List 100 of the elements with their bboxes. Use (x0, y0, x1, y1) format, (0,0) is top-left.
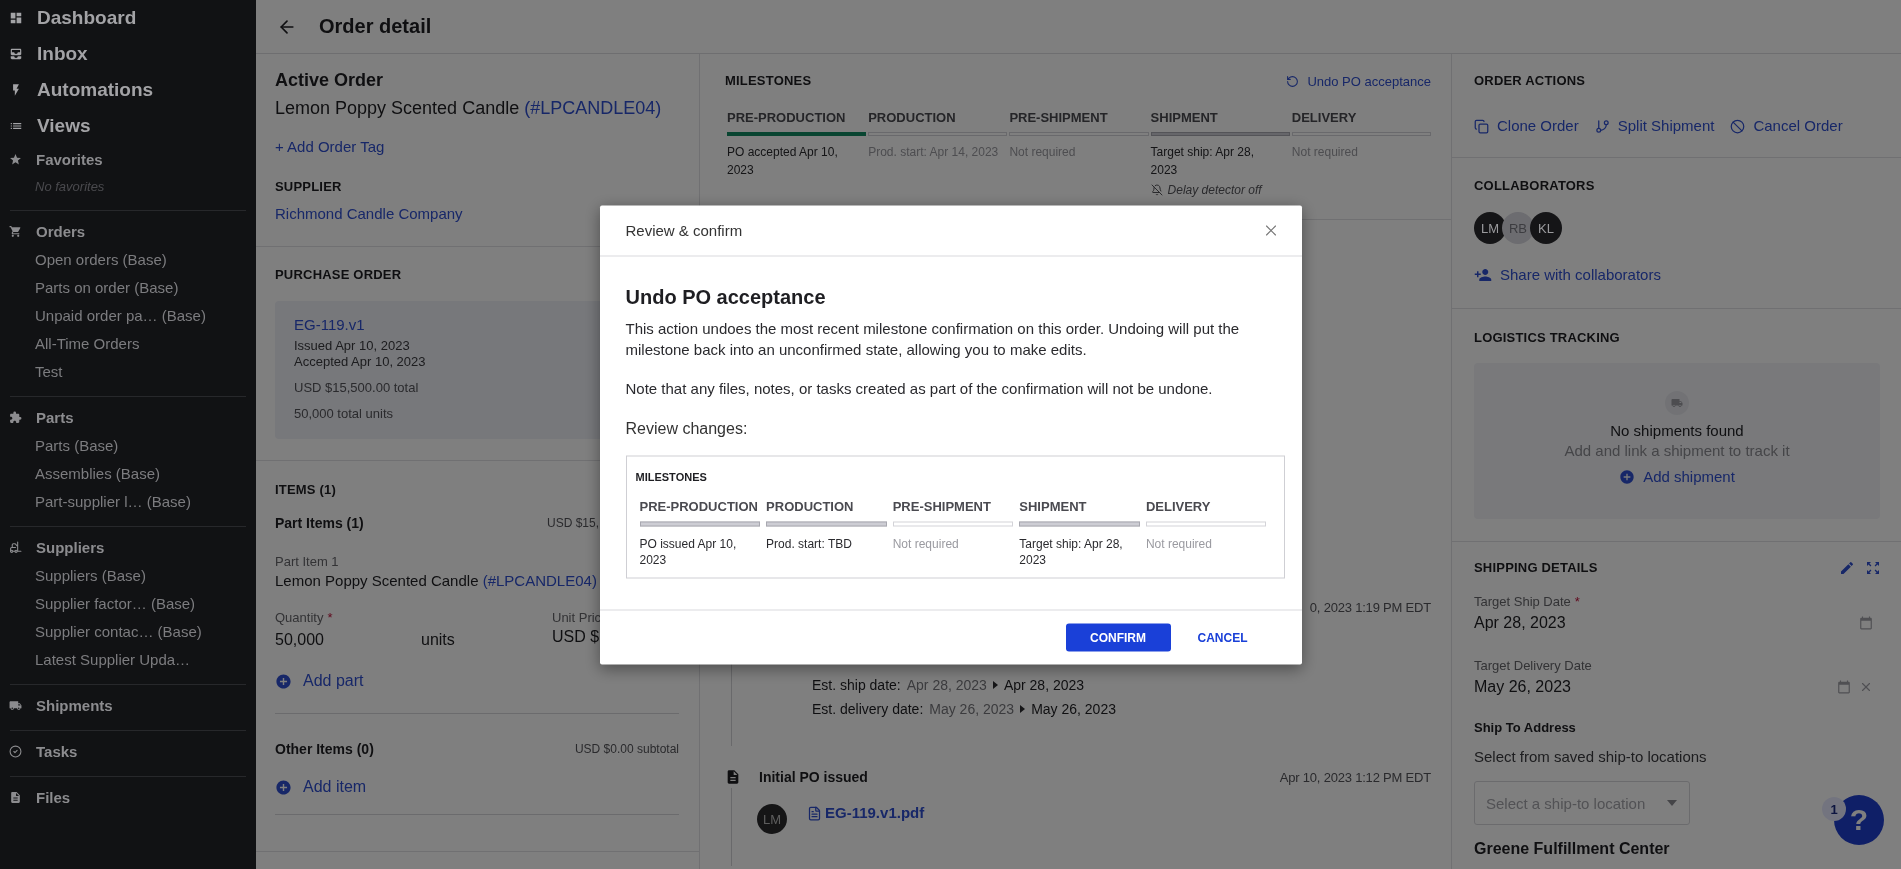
product-code-link[interactable]: (#LPCANDLE04) (524, 98, 662, 118)
dashboard-icon (9, 11, 23, 25)
stage-label: PRE-SHIPMENT (1009, 109, 1109, 127)
new-value: Apr 28, 2023 (1003, 676, 1085, 695)
add-tag-link[interactable]: + Add Order Tag (275, 137, 385, 157)
section-title: ITEMS (1) (275, 481, 337, 499)
nav-item[interactable]: Part-supplier l… (Base) (0, 488, 191, 516)
field-label: Target Ship Date * (1474, 594, 1580, 610)
order-action-link[interactable]: Clone Order (1474, 116, 1579, 136)
edit-icon[interactable] (1839, 560, 1855, 576)
date-value: Apr 28, 2023 (1474, 613, 1566, 633)
nav-group-title[interactable]: Favorites (0, 144, 103, 174)
add-person-icon (1474, 266, 1492, 284)
add-shipment-link[interactable]: Add shipment (1619, 467, 1735, 487)
confirm-button[interactable]: CONFIRM (1065, 623, 1171, 651)
old-value: May 26, 2023 (929, 700, 1015, 719)
nav-item[interactable]: Views (0, 108, 91, 144)
timeline-title: Initial PO issued (759, 769, 869, 785)
unit-text: units (421, 630, 456, 650)
check-circle-icon (9, 744, 22, 758)
bell-off-icon (1150, 184, 1163, 196)
nav-item[interactable]: Unpaid order pa… (Base) (0, 302, 206, 330)
unit-price-label: Unit Pric (552, 610, 602, 626)
section-title: COLLABORATORS (1474, 177, 1595, 195)
nav-group-title[interactable]: Files (0, 782, 71, 812)
nav-item[interactable]: Dashboard (0, 0, 137, 36)
document-icon (9, 790, 22, 804)
nav-item[interactable]: Parts (Base) (0, 432, 119, 460)
branch-icon (1594, 118, 1610, 134)
expand-icon[interactable] (1865, 560, 1881, 576)
nav-item[interactable]: Open orders (Base) (0, 246, 167, 274)
nav-item[interactable]: All-Time Orders (0, 330, 140, 358)
unit-price-value: USD $ (552, 628, 600, 645)
po-accepted-text: Accepted Apr 10, 2023 (294, 354, 426, 370)
nav-item[interactable]: Suppliers (Base) (0, 562, 146, 590)
timeline-time: Apr 10, 2023 1:12 PM EDT (1279, 769, 1431, 785)
add-item-link[interactable]: Add item (275, 776, 367, 798)
dialog-title: Review & confirm (625, 221, 743, 239)
po-document-link[interactable]: EG-119.v1 (294, 315, 365, 335)
nav-item[interactable]: Supplier contac… (Base) (0, 618, 202, 646)
inbox-icon (9, 47, 23, 61)
forklift-icon (9, 540, 22, 554)
calendar-icon[interactable] (1859, 616, 1873, 630)
nav-group-title[interactable]: Orders (0, 216, 86, 246)
stage-label: SHIPMENT (1019, 497, 1088, 515)
stage-note: Not required (892, 535, 960, 551)
stage-label: DELIVERY (1145, 497, 1212, 515)
nav-group-title[interactable]: Parts (0, 402, 74, 432)
ban-icon (1730, 118, 1746, 134)
po-issued-text: Issued Apr 10, 2023 (294, 338, 410, 354)
nav-group-title[interactable]: Suppliers (0, 532, 105, 562)
truck-icon (9, 698, 22, 712)
section-title: PURCHASE ORDER (275, 266, 402, 284)
supplier-link[interactable]: Richmond Candle Company (275, 204, 463, 224)
order-action-link[interactable]: Cancel Order (1730, 116, 1843, 136)
star-icon (9, 152, 22, 166)
nav-item[interactable]: Parts on order (Base) (0, 274, 179, 302)
section-title: SUPPLIER (275, 178, 342, 196)
nav-item[interactable]: Automations (0, 72, 154, 108)
part-item-label: Part Item 1 (275, 554, 339, 570)
nav-item[interactable]: Supplier factor… (Base) (0, 590, 196, 618)
nav-group-title[interactable]: Shipments (0, 690, 113, 720)
nav-group-title[interactable]: Tasks (0, 736, 78, 766)
order-action-link[interactable]: Split Shipment (1594, 116, 1715, 136)
stage-label: SHIPMENT (1150, 109, 1219, 127)
caret-icon (992, 681, 998, 689)
subtotal-text: USD $0.00 subtotal (574, 741, 679, 758)
section-title: LOGISTICS TRACKING (1474, 329, 1620, 347)
collaborator-avatar[interactable]: LM (1474, 212, 1506, 244)
add-part-link[interactable]: Add part (275, 670, 364, 692)
share-link[interactable]: Share with collaborators (1474, 265, 1661, 285)
collaborator-avatar[interactable]: KL (1530, 212, 1562, 244)
stage-label: PRODUCTION (766, 497, 855, 515)
quantity-value: 50,000 (275, 630, 325, 650)
part-code-link[interactable]: (#LPCANDLE04) (482, 572, 597, 589)
preview-title: MILESTONES (635, 469, 708, 484)
calendar-icon[interactable] (1837, 680, 1851, 694)
po-units-text: 50,000 total units (294, 406, 394, 422)
stage-note: PO accepted Apr 10, 2023 (727, 144, 839, 179)
quantity-label: Quantity * (275, 610, 334, 626)
dropdown-icon (1667, 800, 1677, 806)
document-icon (725, 769, 741, 785)
nav-item[interactable]: Test (0, 358, 63, 386)
undo-link[interactable]: Undo PO acceptance (1286, 73, 1431, 89)
page-title: Order detail (319, 15, 432, 38)
file-link[interactable]: EG-119.v1.pdf (807, 804, 925, 822)
nav-item[interactable]: Inbox (0, 36, 88, 72)
date-value: May 26, 2023 (1474, 677, 1571, 697)
empty-title: No shipments found (1610, 421, 1744, 441)
truck-icon (1665, 391, 1689, 415)
part-item-name: Lemon Poppy Scented Candle (#LPCANDLE04) (275, 571, 597, 591)
stage-label: PRE-PRODUCTION (639, 497, 759, 515)
cancel-button[interactable]: CANCEL (1197, 630, 1248, 644)
nav-item[interactable]: Assemblies (Base) (0, 460, 161, 488)
clear-icon[interactable] (1859, 680, 1873, 694)
nav-item[interactable]: Latest Supplier Upda… (0, 646, 191, 674)
undo-icon (1286, 74, 1300, 88)
change-label: Est. delivery date: (812, 700, 924, 719)
copy-icon (1474, 118, 1489, 134)
subtotal-text: USD $15, (546, 515, 599, 532)
